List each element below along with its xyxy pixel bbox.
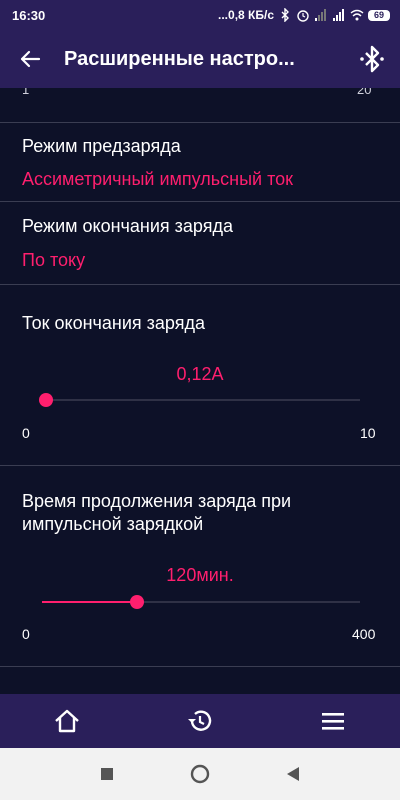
home-button[interactable] [37,694,97,748]
bluetooth-status-icon [281,8,289,22]
divider [0,666,400,667]
charge-duration-slider[interactable] [42,595,360,609]
network-speed: ...0,8 КБ/с [218,8,274,22]
triangle-back-icon [287,767,300,781]
status-bar: 16:30 ...0,8 КБ/с 69 [0,0,400,30]
end-current-slider-thumb[interactable] [38,393,53,407]
end-current-value: 0,12А [176,364,224,384]
menu-button[interactable] [303,694,363,748]
alarm-icon [297,10,309,22]
history-icon [187,710,212,731]
end-current-slider[interactable] [38,393,360,407]
bluetooth-icon [360,45,384,73]
charge-duration-title-line2: импульсной зарядкой [22,514,204,534]
charge-duration-min-label: 0 [22,626,30,642]
back-button[interactable] [0,30,60,88]
charge-end-mode-title: Режим окончания заряда [22,216,233,236]
charge-duration-slider-fill [42,601,138,603]
settings-list[interactable]: 1 20 Режим предзаряда Ассиметричный импу… [0,88,400,694]
wifi-icon [350,9,364,21]
signal-icon-2 [333,9,344,21]
history-button[interactable] [170,694,230,748]
charge-end-mode-setting[interactable]: Режим окончания заряда По току [0,202,400,284]
charge-duration-slider-thumb[interactable] [130,595,145,609]
battery-icon: 69 [368,9,390,21]
cut-slider-min-label: 1 [22,88,30,97]
status-icons: ...0,8 КБ/с 69 [218,8,390,22]
cut-slider-max-label: 20 [357,88,372,97]
charge-duration-max-label: 400 [352,626,376,642]
precharge-title: Режим предзаряда [22,136,181,156]
bluetooth-button[interactable] [344,30,400,88]
end-current-min-label: 0 [22,425,30,441]
end-current-title: Ток окончания заряда [22,313,205,333]
divider [0,284,400,285]
menu-icon [322,713,345,730]
bottom-nav [0,694,400,748]
precharge-setting[interactable]: Режим предзаряда Ассиметричный импульсны… [0,123,400,201]
arrow-left-icon [20,50,41,68]
end-current-max-label: 10 [360,425,376,441]
precharge-value: Ассиметричный импульсный ток [22,169,293,189]
system-nav-bar [0,748,400,800]
circle-icon [190,764,210,784]
home-system-button[interactable] [180,754,220,794]
app-bar: Расширенные настро... [0,30,400,88]
charge-duration-value: 120мин. [166,565,234,585]
home-icon [54,709,79,733]
divider [0,465,400,466]
signal-icon-1 [315,9,326,21]
charge-duration-title-line1: Время продолжения заряда при [22,491,292,511]
recents-button[interactable] [87,754,127,794]
page-title: Расширенные настро... [64,47,295,70]
square-icon [100,768,113,780]
charge-end-mode-value: По току [22,250,86,270]
battery-level: 69 [373,10,384,20]
status-time: 16:30 [12,7,46,23]
back-system-button[interactable] [273,754,313,794]
